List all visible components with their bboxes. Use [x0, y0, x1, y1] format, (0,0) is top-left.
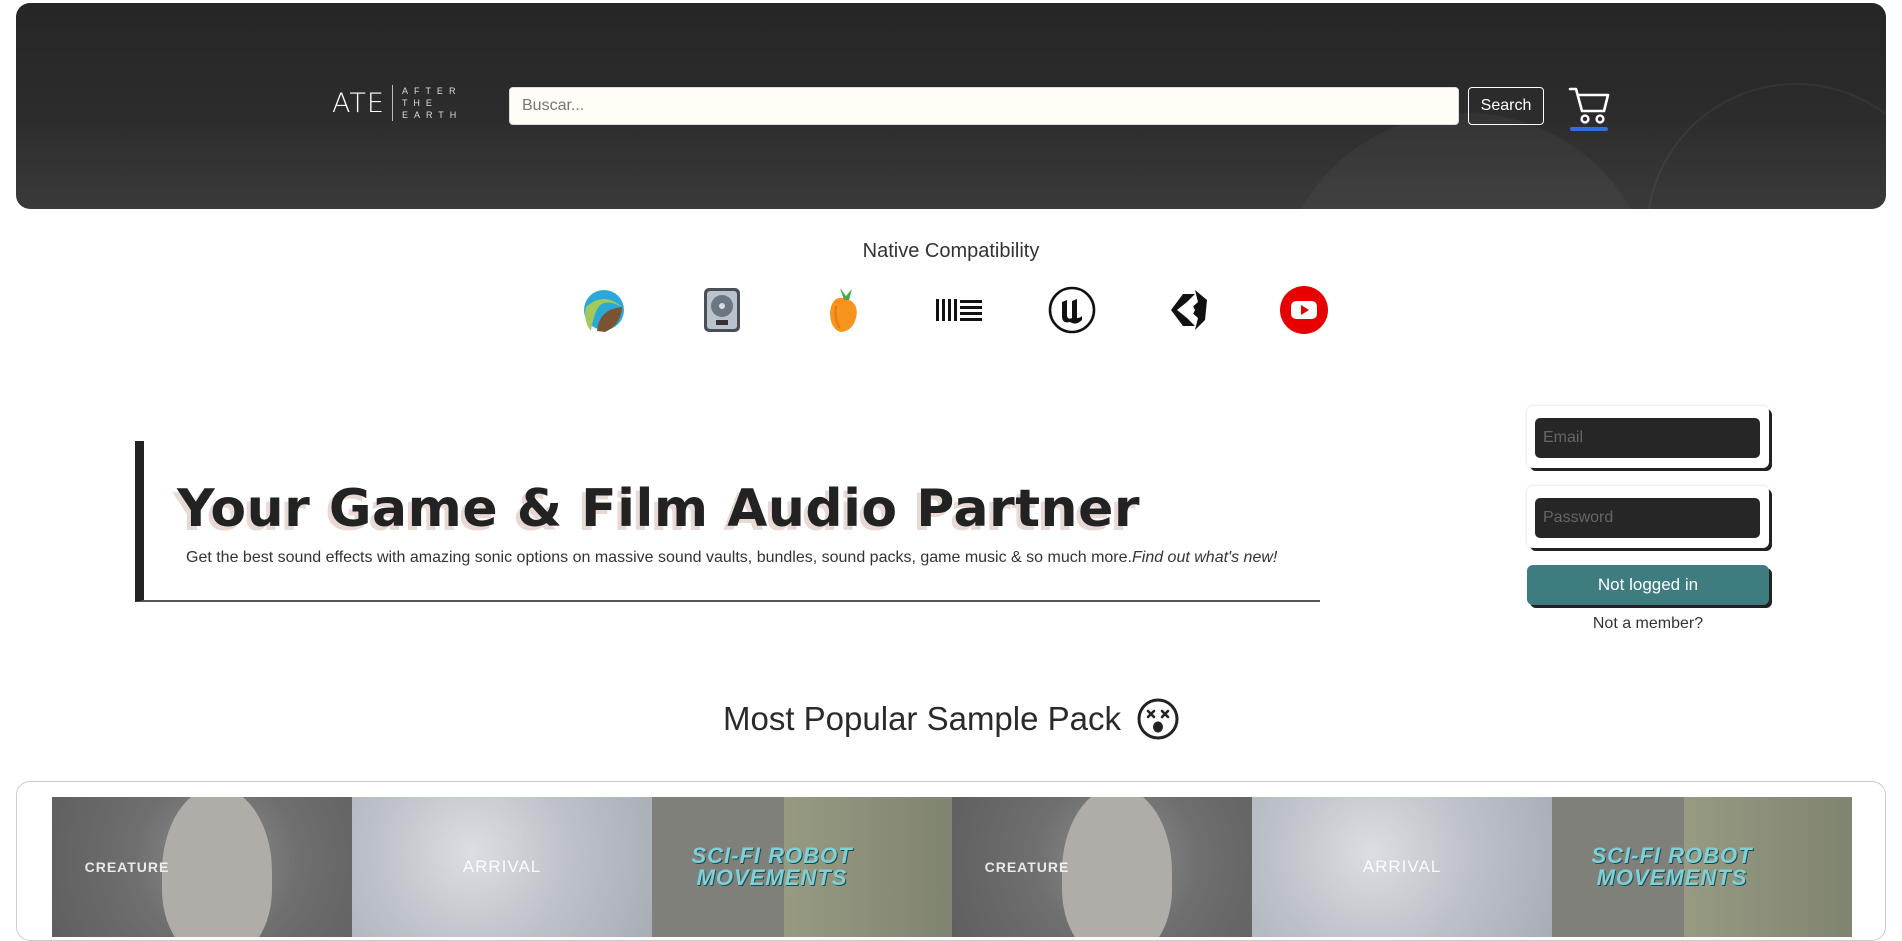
unity-icon: [1165, 286, 1213, 334]
pack-card[interactable]: ARRIVAL: [352, 797, 652, 937]
logo-word: EARTH: [401, 110, 463, 120]
pack-card[interactable]: CREATURE: [52, 797, 352, 937]
signup-link[interactable]: Not a member?: [1527, 615, 1769, 633]
cart-icon: [1568, 87, 1610, 124]
cart-button[interactable]: [1568, 85, 1612, 131]
email-field-card: [1527, 406, 1769, 468]
search-button[interactable]: Search: [1468, 87, 1544, 125]
compatibility-title: Native Compatibility: [862, 240, 1040, 262]
fl-studio-icon: [820, 286, 868, 334]
login-status-button[interactable]: Not logged in: [1527, 565, 1769, 605]
pack-label: ARRIVAL: [462, 857, 542, 876]
pack-card[interactable]: CREATURE: [952, 797, 1252, 937]
pack-label: SCI-FI ROBOT MOVEMENTS: [691, 843, 853, 890]
whats-new-link[interactable]: Find out what's new!: [1132, 549, 1277, 566]
email-field[interactable]: [1535, 418, 1760, 458]
pack-card[interactable]: SCI-FI ROBOT MOVEMENTS: [1552, 797, 1852, 937]
unreal-engine-icon: [1048, 286, 1096, 334]
pack-label: CREATURE: [84, 859, 170, 875]
logo-divider: [391, 85, 393, 121]
pack-label: SCI-FI ROBOT MOVEMENTS: [1591, 843, 1753, 890]
logo-words: AFTER THE EARTH: [402, 85, 462, 121]
hero-subtitle: Get the best sound effects with amazing …: [186, 549, 1277, 567]
logo-word: AFTER: [401, 86, 462, 96]
logo-text: ATE: [332, 87, 385, 119]
compatibility-icons: [580, 286, 1330, 336]
logic-pro-icon: [698, 286, 746, 334]
password-field[interactable]: [1535, 498, 1760, 538]
hero-banner: Your Game & Film Audio Partner Get the b…: [135, 441, 1320, 602]
youtube-icon: [1280, 286, 1328, 334]
carousel-track: CREATURE ARRIVAL SCI-FI ROBOT MOVEMENTS …: [52, 797, 1852, 937]
site-logo[interactable]: ATE AFTER THE EARTH: [332, 85, 462, 121]
search-input[interactable]: [509, 87, 1459, 125]
pack-label: CREATURE: [984, 859, 1070, 875]
popular-section-header: Most Popular Sample Pack: [0, 698, 1902, 740]
dizzy-face-icon: [1137, 698, 1179, 740]
popular-title: Most Popular Sample Pack: [722, 700, 1121, 737]
pack-label: ARRIVAL: [1362, 857, 1442, 876]
pack-card[interactable]: SCI-FI ROBOT MOVEMENTS: [652, 797, 952, 937]
site-header: ATE AFTER THE EARTH Search: [16, 3, 1886, 209]
hero-subtitle-text: Get the best sound effects with amazing …: [186, 549, 1132, 566]
ableton-icon: [935, 286, 983, 334]
logo-word: THE: [401, 98, 438, 108]
hero-title: Your Game & Film Audio Partner: [177, 479, 1140, 539]
cart-underline: [1570, 127, 1608, 131]
reaper-icon: [580, 286, 628, 334]
pack-card[interactable]: ARRIVAL: [1252, 797, 1552, 937]
password-field-card: [1527, 486, 1769, 548]
sample-pack-carousel: CREATURE ARRIVAL SCI-FI ROBOT MOVEMENTS …: [16, 781, 1886, 941]
header-decoration: [1646, 83, 1886, 209]
